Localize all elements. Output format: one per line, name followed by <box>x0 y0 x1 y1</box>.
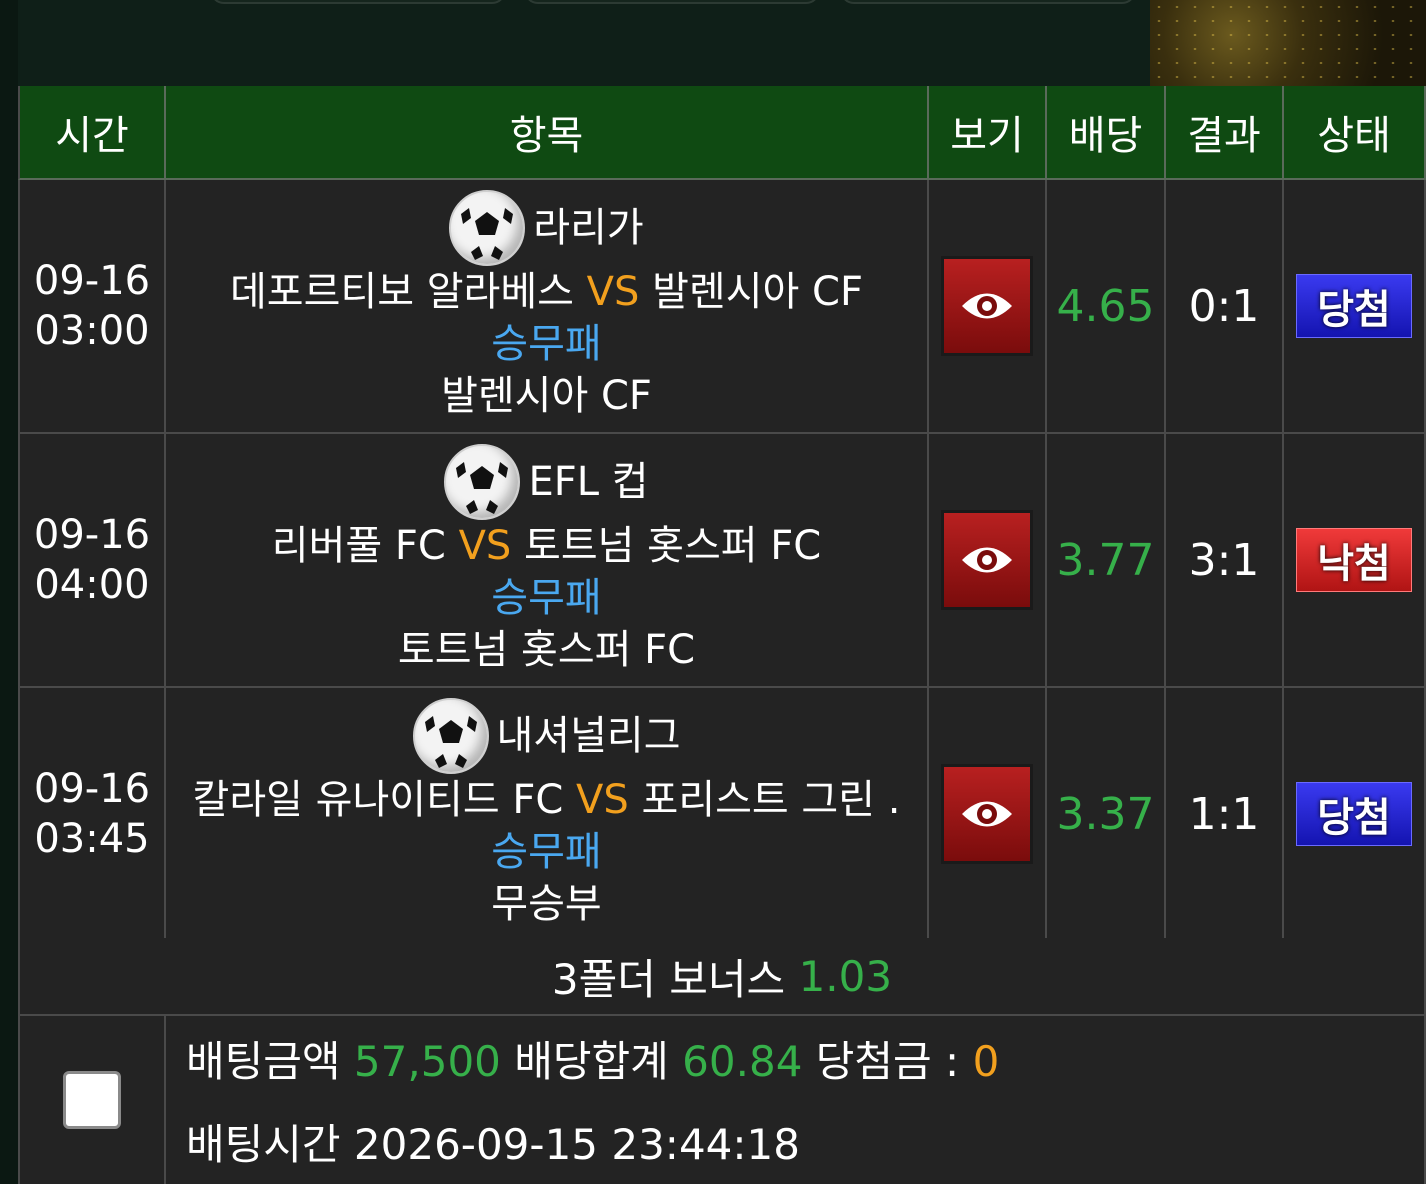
item-cell: 내셔널리그 칼라일 유나이티드 FC VS 포리스트 그린 . 승무패 무승부 <box>166 688 929 942</box>
view-button[interactable] <box>941 510 1033 610</box>
home-team: 칼라일 유나이티드 FC <box>192 777 564 823</box>
time-cell: 09-16 03:45 <box>18 688 166 942</box>
odds-value: 3.77 <box>1047 434 1166 688</box>
item-cell: EFL 컵 리버풀 FC VS 토트넘 홋스퍼 FC 승무패 토트넘 홋스퍼 F… <box>166 434 929 688</box>
status-badge: 당첨 <box>1296 274 1412 338</box>
select-checkbox[interactable] <box>63 1071 121 1129</box>
eye-icon <box>962 547 1012 573</box>
bet-time: 2026-09-15 23:44:18 <box>353 1120 800 1169</box>
home-team: 리버풀 FC <box>271 523 446 569</box>
game-date: 09-16 <box>33 512 151 558</box>
league-name: 라리가 <box>533 205 644 251</box>
vs-label: VS <box>458 523 512 569</box>
view-cell <box>929 180 1047 434</box>
bonus-cell: 3폴더 보너스 1.03 <box>18 938 1426 1016</box>
status-cell: 당첨 <box>1284 688 1426 942</box>
checkbox-cell <box>18 1016 166 1184</box>
bet-pick: 무승부 <box>491 881 602 927</box>
score-result: 0:1 <box>1166 180 1284 434</box>
view-cell <box>929 434 1047 688</box>
status-cell: 낙첨 <box>1284 434 1426 688</box>
bonus-label: 3폴더 보너스 <box>551 954 786 1004</box>
decorative-gold-panel <box>1150 0 1426 86</box>
vs-label: VS <box>586 269 640 315</box>
header-item: 항목 <box>166 86 929 180</box>
odds-value: 4.65 <box>1047 180 1166 434</box>
bet-time-label: 배팅시간 <box>186 1120 341 1169</box>
summary-info: 배팅금액 57,500 배당합계 60.84 당첨금 : 0 배팅시간 2026… <box>166 1016 1426 1184</box>
view-cell <box>929 688 1047 942</box>
soccer-ball-icon <box>412 698 489 774</box>
time-cell: 09-16 04:00 <box>18 434 166 688</box>
header-view: 보기 <box>929 86 1047 180</box>
left-edge <box>0 0 18 1184</box>
match-line: 칼라일 유나이티드 FC VS 포리스트 그린 . <box>166 774 927 826</box>
game-time: 03:45 <box>34 816 150 862</box>
header-status: 상태 <box>1284 86 1426 180</box>
bet-pick: 발렌시아 CF <box>441 373 652 419</box>
vs-label: VS <box>576 777 629 823</box>
top-tab-2[interactable] <box>524 0 820 4</box>
bet-amount-label: 배팅금액 <box>186 1037 341 1086</box>
home-team: 데포르티보 알라베스 <box>230 269 574 315</box>
league-name: 내셔널리그 <box>496 713 681 759</box>
away-team: 포리스트 그린 . <box>641 777 901 823</box>
item-cell: 라리가 데포르티보 알라베스 VS 발렌시아 CF 승무패 발렌시아 CF <box>166 180 929 434</box>
odds-total-label: 배당합계 <box>514 1037 669 1086</box>
table-row: 09-16 04:00 EFL 컵 리버풀 FC VS 토트넘 홋스퍼 FC 승… <box>18 434 1426 688</box>
eye-icon <box>962 801 1012 827</box>
bet-slip-board: 시간 항목 보기 배당 결과 상태 09-16 03:00 라리가 데포르티보 … <box>18 86 1426 1184</box>
amount-line: 배팅금액 57,500 배당합계 60.84 당첨금 : 0 <box>186 1028 999 1089</box>
soccer-ball-icon <box>444 444 521 520</box>
status-badge: 당첨 <box>1296 782 1412 846</box>
eye-icon <box>962 293 1012 319</box>
header-odds: 배당 <box>1047 86 1166 180</box>
winnings-label: 당첨금 : <box>815 1037 960 1086</box>
match-line: 리버풀 FC VS 토트넘 홋스퍼 FC <box>166 520 927 572</box>
table-header: 시간 항목 보기 배당 결과 상태 <box>18 86 1426 180</box>
header-time: 시간 <box>18 86 166 180</box>
bonus-row: 3폴더 보너스 1.03 <box>18 938 1426 1016</box>
status-cell: 당첨 <box>1284 180 1426 434</box>
winnings: 0 <box>972 1037 1000 1086</box>
summary-row: 배팅금액 57,500 배당합계 60.84 당첨금 : 0 배팅시간 2026… <box>18 1016 1426 1184</box>
market-type: 승무패 <box>491 575 602 621</box>
away-team: 토트넘 홋스퍼 FC <box>524 523 822 569</box>
top-tab-1[interactable] <box>210 0 506 4</box>
soccer-ball-icon <box>449 190 526 266</box>
game-time: 04:00 <box>34 562 150 608</box>
top-tab-3[interactable] <box>840 0 1136 4</box>
table-row: 09-16 03:00 라리가 데포르티보 알라베스 VS 발렌시아 CF 승무… <box>18 180 1426 434</box>
match-line: 데포르티보 알라베스 VS 발렌시아 CF <box>166 266 927 318</box>
market-type: 승무패 <box>491 829 602 875</box>
header-result: 결과 <box>1166 86 1284 180</box>
market-type: 승무패 <box>491 321 602 367</box>
odds-value: 3.37 <box>1047 688 1166 942</box>
game-date: 09-16 <box>33 766 151 812</box>
time-cell: 09-16 03:00 <box>18 180 166 434</box>
odds-total: 60.84 <box>682 1037 803 1086</box>
away-team: 발렌시아 CF <box>652 269 863 315</box>
status-badge: 낙첨 <box>1296 528 1412 592</box>
bet-time-line: 배팅시간 2026-09-15 23:44:18 <box>186 1111 800 1172</box>
table-row: 09-16 03:45 내셔널리그 칼라일 유나이티드 FC VS 포리스트 그… <box>18 688 1426 942</box>
score-result: 3:1 <box>1166 434 1284 688</box>
game-time: 03:00 <box>34 308 150 354</box>
game-date: 09-16 <box>33 258 151 304</box>
bonus-value: 1.03 <box>798 951 893 1001</box>
bet-pick: 토트넘 홋스퍼 FC <box>397 627 696 673</box>
view-button[interactable] <box>941 256 1033 356</box>
view-button[interactable] <box>941 764 1033 864</box>
league-name: EFL 컵 <box>528 459 649 505</box>
score-result: 1:1 <box>1166 688 1284 942</box>
bet-amount: 57,500 <box>353 1037 501 1086</box>
